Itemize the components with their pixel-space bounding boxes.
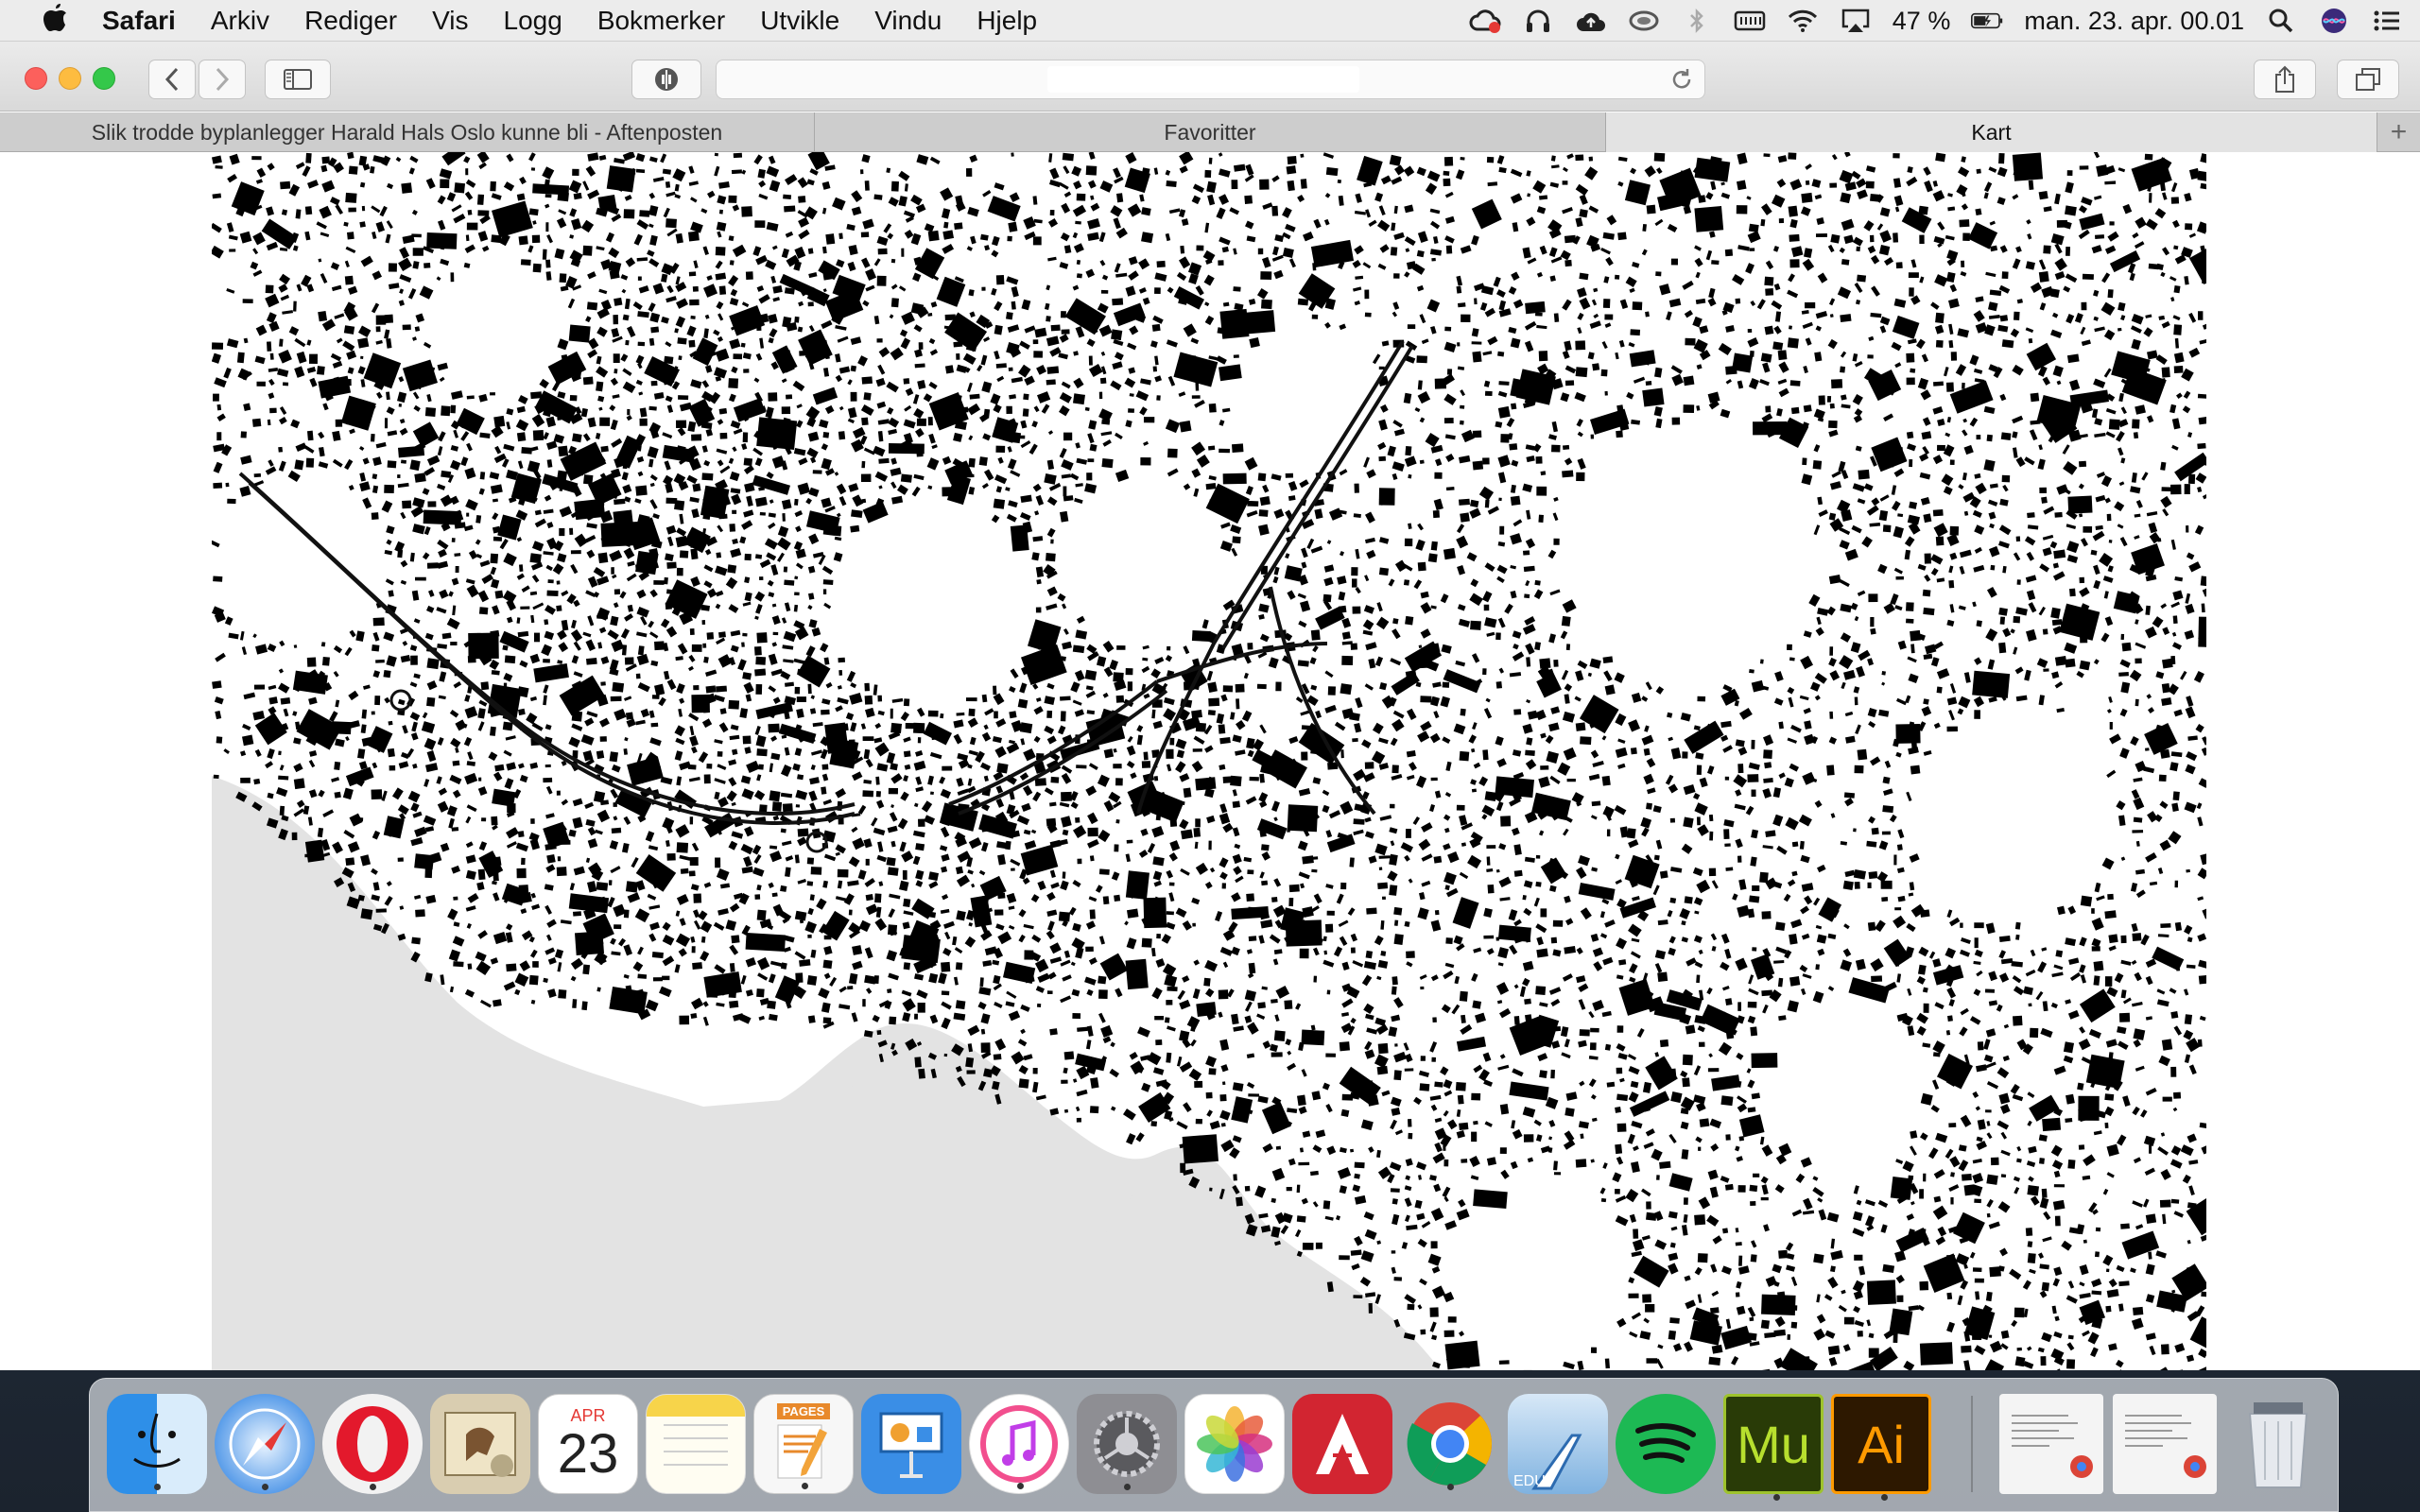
browser-toolbar [0, 42, 2420, 112]
tabs-overview-button[interactable] [2337, 60, 2399, 99]
privacy-icon [655, 68, 678, 91]
archicad-icon[interactable]: EDU [1508, 1394, 1608, 1494]
plus-icon: + [2390, 116, 2408, 147]
notes-icon[interactable] [646, 1394, 746, 1494]
tabs-overview-icon [2356, 68, 2380, 91]
back-button[interactable] [148, 60, 196, 99]
muse-label: Mu [1737, 1414, 1810, 1474]
battery-icon[interactable] [1971, 5, 2003, 37]
reload-icon [1672, 69, 1691, 89]
siri-icon[interactable] [2318, 5, 2350, 37]
muse-icon[interactable]: Mu [1723, 1394, 1824, 1501]
wifi-icon[interactable] [1787, 5, 1819, 37]
dock: APR 23 PAGES EDU Mu Ai [89, 1378, 2339, 1512]
keynote-icon[interactable] [861, 1394, 961, 1494]
url-field[interactable] [1047, 66, 1359, 93]
minimized-window-2[interactable] [2113, 1394, 2217, 1494]
airplay-icon[interactable] [1840, 5, 1872, 37]
window-zoom-button[interactable] [93, 67, 115, 90]
menu-vindu[interactable]: Vindu [874, 6, 942, 36]
creative-cloud-icon[interactable] [1469, 5, 1501, 37]
window-close-button[interactable] [25, 67, 47, 90]
tab-kart[interactable]: Kart [1606, 112, 2377, 152]
menu-bokmerker[interactable]: Bokmerker [597, 6, 725, 36]
wifi-pulse-icon[interactable] [1628, 5, 1660, 37]
menu-logg[interactable]: Logg [504, 6, 562, 36]
tab-label: Favoritter [1164, 119, 1256, 145]
minimized-window-1[interactable] [1999, 1394, 2103, 1494]
dock-separator [1971, 1396, 1973, 1492]
chrome-icon[interactable] [1400, 1394, 1500, 1494]
system-preferences-icon[interactable] [1077, 1394, 1177, 1494]
illustrator-label: Ai [1858, 1414, 1905, 1474]
address-bar[interactable] [716, 60, 1705, 99]
keyboard-icon[interactable] [1734, 5, 1766, 37]
itunes-icon[interactable] [969, 1394, 1069, 1494]
trash-icon[interactable] [2228, 1394, 2328, 1494]
calendar-icon[interactable]: APR 23 [538, 1394, 638, 1494]
spotify-icon[interactable] [1616, 1394, 1716, 1494]
forward-button[interactable] [199, 60, 246, 99]
forward-icon [216, 67, 230, 92]
pages-icon[interactable]: PAGES [753, 1394, 854, 1494]
menu-vis[interactable]: Vis [432, 6, 468, 36]
tab-favoritter[interactable]: Favoritter [815, 112, 1606, 152]
apple-menu-icon[interactable] [36, 2, 74, 40]
pages-label: PAGES [776, 1402, 831, 1419]
sidebar-button[interactable] [265, 60, 331, 99]
back-icon [164, 67, 179, 92]
window-minimize-button[interactable] [59, 67, 81, 90]
cloud-upload-icon[interactable] [1575, 5, 1607, 37]
share-icon [2275, 65, 2294, 93]
headphones-icon[interactable] [1522, 5, 1554, 37]
search-icon[interactable] [2265, 5, 2297, 37]
tab-label: Kart [1971, 119, 2012, 145]
illustrator-icon[interactable]: Ai [1831, 1394, 1931, 1501]
share-button[interactable] [2254, 60, 2316, 99]
tab-aftenposten[interactable]: Slik trodde byplanlegger Harald Hals Osl… [0, 112, 815, 152]
page-content [0, 152, 2420, 1370]
opera-icon[interactable] [322, 1394, 423, 1494]
menu-rediger[interactable]: Rediger [304, 6, 397, 36]
menu-utvikle[interactable]: Utvikle [760, 6, 839, 36]
safari-icon[interactable] [215, 1394, 315, 1494]
finder-icon[interactable] [107, 1394, 207, 1494]
tab-bar: Slik trodde byplanlegger Harald Hals Osl… [0, 112, 2420, 152]
sidebar-icon [284, 69, 312, 90]
tab-label: Slik trodde byplanlegger Harald Hals Osl… [91, 119, 723, 145]
menu-hjelp[interactable]: Hjelp [977, 6, 1037, 36]
city-figure-ground-map[interactable] [212, 152, 2206, 1370]
mail-icon[interactable] [430, 1394, 530, 1494]
safari-window: Slik trodde byplanlegger Harald Hals Osl… [0, 42, 2420, 1370]
reload-button[interactable] [1668, 66, 1695, 93]
menu-bar: Safari Arkiv Rediger Vis Logg Bokmerker … [0, 0, 2420, 42]
calendar-day: 23 [557, 1422, 619, 1485]
menu-app-name[interactable]: Safari [102, 6, 176, 36]
battery-percent: 47 % [1892, 6, 1951, 35]
photos-icon[interactable] [1184, 1394, 1285, 1494]
bluetooth-icon[interactable] [1681, 5, 1713, 37]
menu-arkiv[interactable]: Arkiv [211, 6, 269, 36]
new-tab-button[interactable]: + [2377, 112, 2420, 152]
autocad-icon[interactable] [1292, 1394, 1392, 1494]
menu-clock[interactable]: man. 23. apr. 00.01 [2024, 7, 2244, 36]
archicad-label: EDU [1513, 1473, 1546, 1489]
privacy-button[interactable] [631, 60, 701, 99]
notification-center-icon[interactable] [2371, 5, 2403, 37]
